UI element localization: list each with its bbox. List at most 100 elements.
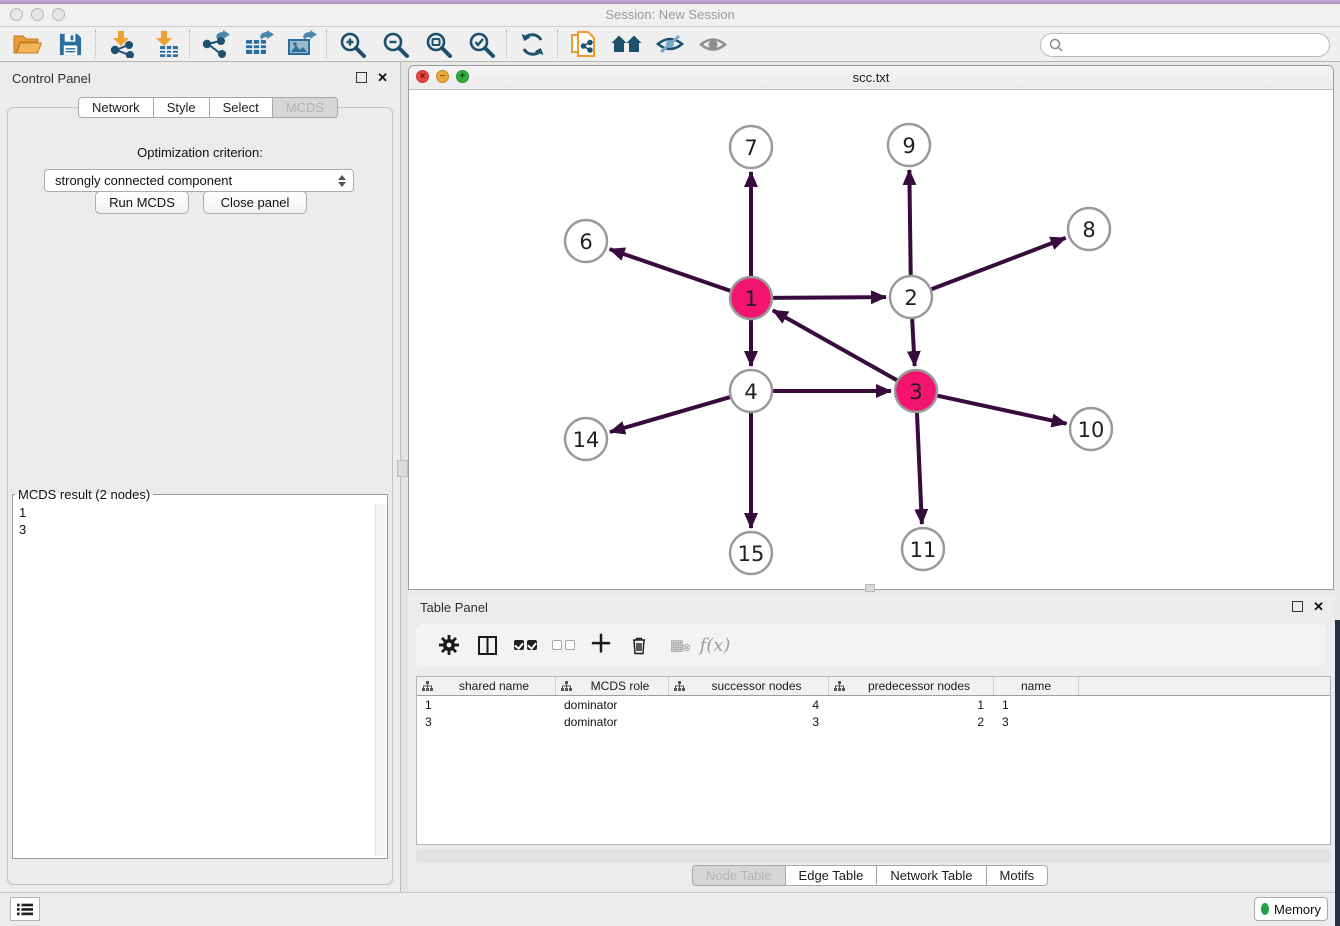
table-row-1[interactable]: 1dominator411 — [417, 696, 1330, 713]
column-header-successor-nodes[interactable]: successor nodes — [669, 677, 829, 695]
search-input[interactable] — [1068, 37, 1329, 54]
zoom-fit-icon — [424, 30, 453, 59]
cell-shared-name[interactable]: 3 — [417, 715, 556, 729]
function-builder-button[interactable]: f(x) — [696, 628, 734, 662]
graph-edge-3-1[interactable] — [773, 310, 900, 381]
tab-edge-table[interactable]: Edge Table — [786, 865, 878, 886]
column-header-predecessor-nodes[interactable]: predecessor nodes — [829, 677, 994, 695]
hide-selected-button[interactable] — [648, 28, 691, 60]
save-session-icon — [58, 32, 83, 57]
import-table-icon — [151, 30, 179, 58]
export-network-icon — [202, 30, 230, 58]
optimization-criterion-select[interactable]: strongly connected component — [44, 169, 354, 192]
network-canvas[interactable]: 1234678910111415 — [409, 89, 1333, 589]
tab-select[interactable]: Select — [210, 97, 273, 118]
memory-button[interactable]: Memory — [1254, 897, 1328, 921]
export-image-button[interactable] — [280, 28, 323, 60]
unselect-all-columns-button[interactable] — [544, 628, 582, 662]
graph-edge-3-11[interactable] — [917, 410, 922, 524]
export-network-button[interactable] — [194, 28, 237, 60]
import-network-button[interactable] — [100, 28, 143, 60]
task-list-icon — [17, 902, 33, 916]
export-table-button[interactable] — [237, 28, 280, 60]
cell-MCDS-role[interactable]: dominator — [556, 715, 669, 729]
column-header-label: shared name — [433, 679, 555, 693]
show-all-button[interactable] — [691, 28, 734, 60]
close-table-panel-icon[interactable]: ✕ — [1313, 602, 1324, 612]
float-panel-icon[interactable] — [356, 72, 367, 83]
table-body: 1dominator4113dominator323 — [417, 696, 1330, 730]
hierarchy-icon — [674, 681, 685, 692]
tab-network[interactable]: Network — [78, 97, 154, 118]
refresh-layout-button[interactable] — [511, 28, 554, 60]
open-file-button[interactable] — [6, 28, 49, 60]
export-table-icon — [244, 30, 274, 58]
column-header-label: name — [994, 679, 1078, 693]
cell-MCDS-role[interactable]: dominator — [556, 698, 669, 712]
graph-node-label-7: 7 — [744, 136, 757, 160]
graph-edge-1-6[interactable] — [610, 249, 733, 292]
divider-handle[interactable] — [397, 460, 408, 477]
graph-node-label-14: 14 — [573, 428, 600, 452]
zoom-in-button[interactable] — [331, 28, 374, 60]
network-window-titlebar[interactable]: × − + scc.txt — [409, 66, 1333, 90]
function-builder-icon: f(x) — [700, 635, 731, 656]
cell-successor-nodes[interactable]: 3 — [669, 715, 829, 729]
zoom-selected-icon — [467, 30, 496, 59]
zoom-fit-button[interactable] — [417, 28, 460, 60]
zoom-out-button[interactable] — [374, 28, 417, 60]
zoom-selected-button[interactable] — [460, 28, 503, 60]
column-layout-button[interactable] — [468, 628, 506, 662]
column-header-shared-name[interactable]: shared name — [417, 677, 556, 695]
graph-edge-1-2[interactable] — [770, 297, 886, 298]
delete-column-button[interactable] — [620, 628, 658, 662]
cell-predecessor-nodes[interactable]: 1 — [829, 698, 994, 712]
column-layout-icon — [478, 636, 497, 655]
main-toolbar — [0, 27, 1340, 62]
table-row-2[interactable]: 3dominator323 — [417, 713, 1330, 730]
graph-edge-2-9[interactable] — [909, 170, 910, 278]
cell-successor-nodes[interactable]: 4 — [669, 698, 829, 712]
delete-table-button[interactable]: ▦⊗ — [658, 628, 696, 662]
close-panel-icon[interactable]: ✕ — [377, 73, 388, 83]
canvas-divider-handle[interactable] — [865, 584, 875, 592]
graph-node-label-2: 2 — [904, 286, 917, 310]
column-header-name[interactable]: name — [994, 677, 1079, 695]
tab-mcds[interactable]: MCDS — [273, 97, 338, 118]
mcds-result-title: MCDS result (2 nodes) — [15, 487, 153, 502]
tab-network-table[interactable]: Network Table — [877, 865, 986, 886]
add-column-button[interactable]: ＋ — [582, 628, 620, 662]
toolbar-separator — [189, 30, 191, 58]
table-settings-button[interactable] — [430, 628, 468, 662]
result-scrollbar[interactable] — [375, 504, 385, 856]
cell-name[interactable]: 1 — [994, 698, 1079, 712]
tab-motifs[interactable]: Motifs — [987, 865, 1049, 886]
search-field[interactable] — [1040, 33, 1330, 57]
graph-edge-2-3[interactable] — [912, 316, 915, 366]
table-horizontal-scrollbar[interactable] — [416, 849, 1331, 863]
graph-node-label-10: 10 — [1078, 418, 1105, 442]
import-table-button[interactable] — [143, 28, 186, 60]
column-header-label: successor nodes — [685, 679, 828, 693]
close-panel-button[interactable]: Close panel — [203, 191, 307, 214]
graph-edge-3-10[interactable] — [935, 395, 1067, 424]
toolbar-separator — [95, 30, 97, 58]
run-mcds-button[interactable]: Run MCDS — [95, 191, 189, 214]
cell-name[interactable]: 3 — [994, 715, 1079, 729]
panel-divider[interactable] — [401, 62, 408, 893]
float-table-panel-icon[interactable] — [1292, 601, 1303, 612]
column-header-MCDS-role[interactable]: MCDS role — [556, 677, 669, 695]
graph-edge-2-8[interactable] — [929, 238, 1066, 290]
cell-predecessor-nodes[interactable]: 2 — [829, 715, 994, 729]
table-panel-title: Table Panel — [420, 600, 488, 615]
task-history-button[interactable] — [10, 897, 40, 921]
tab-node-table[interactable]: Node Table — [692, 865, 786, 886]
search-icon — [1049, 38, 1063, 52]
select-all-columns-button[interactable] — [506, 628, 544, 662]
save-session-button[interactable] — [49, 28, 92, 60]
cell-shared-name[interactable]: 1 — [417, 698, 556, 712]
new-network-from-selection-button[interactable] — [562, 28, 605, 60]
first-neighbors-button[interactable] — [605, 28, 648, 60]
tab-style[interactable]: Style — [154, 97, 210, 118]
graph-edge-4-14[interactable] — [610, 396, 733, 432]
